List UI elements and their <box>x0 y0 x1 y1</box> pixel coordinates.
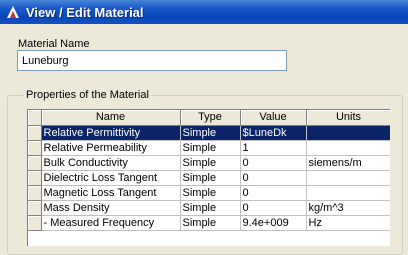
properties-group-label: Properties of the Material <box>24 89 151 101</box>
property-units-cell[interactable] <box>306 185 390 201</box>
property-type-cell[interactable]: Simple <box>180 170 241 186</box>
row-header[interactable] <box>28 215 42 231</box>
property-value-cell[interactable]: 9.4e+009 <box>240 215 307 231</box>
row-header[interactable] <box>28 185 42 201</box>
property-type-cell[interactable]: Simple <box>180 200 241 216</box>
table-row[interactable]: Magnetic Loss Tangent Simple 0 <box>28 185 390 201</box>
property-units-cell[interactable] <box>306 125 390 141</box>
row-header[interactable] <box>28 155 42 171</box>
property-type-cell[interactable]: Simple <box>180 185 241 201</box>
column-header-value[interactable]: Value <box>240 110 307 126</box>
property-units-cell[interactable] <box>306 170 390 186</box>
property-value-cell[interactable]: 1 <box>240 140 307 156</box>
property-name-cell[interactable]: Mass Density <box>41 200 181 216</box>
row-header[interactable] <box>28 200 42 216</box>
material-name-label: Material Name <box>18 38 90 50</box>
property-name-cell[interactable]: Bulk Conductivity <box>41 155 181 171</box>
property-type-cell[interactable]: Simple <box>180 125 241 141</box>
property-name-cell[interactable]: Dielectric Loss Tangent <box>41 170 181 186</box>
material-name-input[interactable] <box>17 50 287 71</box>
property-type-cell[interactable]: Simple <box>180 140 241 156</box>
table-row[interactable]: Relative Permeability Simple 1 <box>28 140 390 156</box>
grid-header-row: Name Type Value Units <box>28 110 390 126</box>
property-type-cell[interactable]: Simple <box>180 215 241 231</box>
column-header-type[interactable]: Type <box>180 110 241 126</box>
properties-grid[interactable]: Name Type Value Units Relative Permittiv… <box>27 109 390 246</box>
title-bar[interactable]: View / Edit Material <box>0 0 408 24</box>
table-row[interactable]: - Measured Frequency Simple 9.4e+009 Hz <box>28 215 390 231</box>
property-name-cell[interactable]: Relative Permeability <box>41 140 181 156</box>
property-units-cell[interactable]: siemens/m <box>306 155 390 171</box>
property-type-cell[interactable]: Simple <box>180 155 241 171</box>
column-header-units[interactable]: Units <box>306 110 390 126</box>
window-title: View / Edit Material <box>26 4 144 20</box>
property-value-cell[interactable]: 0 <box>240 200 307 216</box>
row-header[interactable] <box>28 125 42 141</box>
property-value-cell[interactable]: 0 <box>240 155 307 171</box>
row-header[interactable] <box>28 170 42 186</box>
table-row[interactable]: Mass Density Simple 0 kg/m^3 <box>28 200 390 216</box>
property-value-cell[interactable]: $LuneDk <box>240 125 307 141</box>
grid-corner-header[interactable] <box>28 110 42 126</box>
dialog-window: View / Edit Material Material Name Prope… <box>0 0 408 255</box>
table-row[interactable]: Relative Permittivity Simple $LuneDk <box>28 125 390 141</box>
row-header[interactable] <box>28 140 42 156</box>
property-units-cell[interactable]: Hz <box>306 215 390 231</box>
property-units-cell[interactable] <box>306 140 390 156</box>
property-name-cell[interactable]: - Measured Frequency <box>41 215 181 231</box>
property-name-cell[interactable]: Relative Permittivity <box>41 125 181 141</box>
table-row[interactable]: Bulk Conductivity Simple 0 siemens/m <box>28 155 390 171</box>
property-name-cell[interactable]: Magnetic Loss Tangent <box>41 185 181 201</box>
column-header-name[interactable]: Name <box>41 110 181 126</box>
property-value-cell[interactable]: 0 <box>240 185 307 201</box>
property-units-cell[interactable]: kg/m^3 <box>306 200 390 216</box>
table-row[interactable]: Dielectric Loss Tangent Simple 0 <box>28 170 390 186</box>
property-value-cell[interactable]: 0 <box>240 170 307 186</box>
app-logo-icon <box>6 5 20 19</box>
